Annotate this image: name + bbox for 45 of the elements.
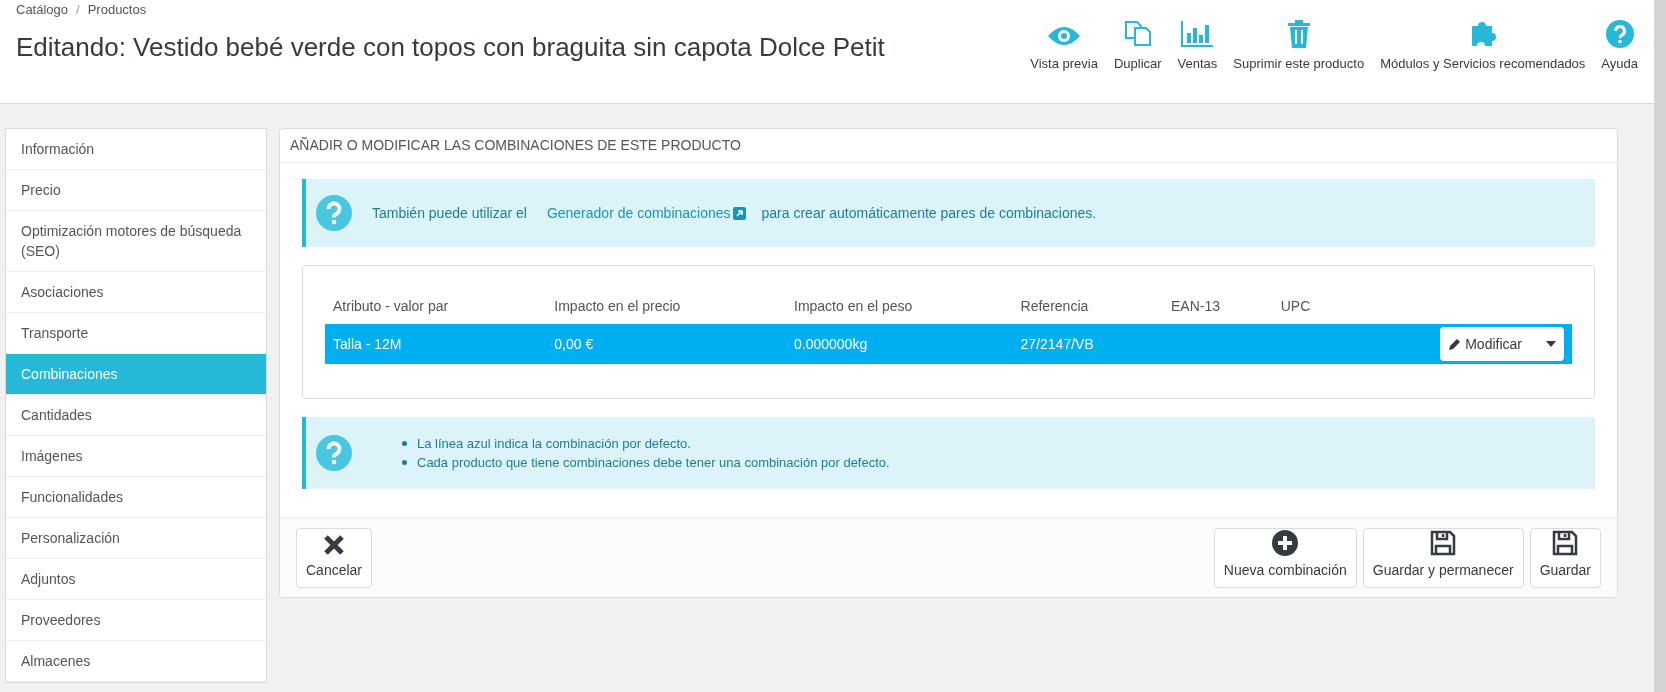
caret-icon <box>1546 341 1556 347</box>
footer-button[interactable]: Nueva combinación <box>1213 527 1357 588</box>
column-header: EAN-13 <box>1163 288 1273 324</box>
column-header: Referencia <box>1012 288 1163 324</box>
info-text: También puede utilizar el <box>372 203 527 223</box>
info-text: para crear automáticamente pares de combinaciones. <box>761 203 1097 223</box>
modify-button[interactable]: Modificar <box>1440 327 1564 361</box>
plus-circle-icon <box>1272 529 1299 556</box>
bullet-icon <box>402 460 407 465</box>
breadcrumb-link[interactable]: Productos <box>87 0 147 20</box>
save-icon <box>1552 529 1579 556</box>
bullet-icon <box>402 441 407 446</box>
note-item: Cada producto que tiene combinaciones debe tener una combinación por defecto. <box>417 454 890 472</box>
toolbar-button[interactable]: Vista previa <box>1030 23 1098 73</box>
help-icon <box>316 435 352 471</box>
toolbar-button[interactable]: Ayuda <box>1601 19 1638 73</box>
toolbar-button[interactable]: Módulos y Servicios recomendados <box>1380 17 1586 73</box>
footer-button[interactable]: Guardar <box>1529 527 1601 588</box>
save-icon <box>1430 529 1457 556</box>
external-link-icon <box>732 206 746 220</box>
help-icon <box>316 195 352 231</box>
table-cell: 0,00 € <box>554 335 594 352</box>
toolbar-button[interactable]: Duplicar <box>1113 17 1162 73</box>
breadcrumb-link[interactable]: Catálogo <box>16 0 69 20</box>
scrollbar[interactable] <box>1654 0 1666 692</box>
column-header: Atributo - valor par <box>325 288 547 324</box>
column-header: UPC <box>1272 288 1350 324</box>
column-header: Impacto en el peso <box>786 288 1013 324</box>
close-icon <box>323 533 345 556</box>
panel-heading: AÑADIR O MODIFICAR LAS COMBINACIONES DE ESTE PRODUCTO <box>280 129 1617 163</box>
column-header: Impacto en el precio <box>546 288 786 324</box>
toolbar-button[interactable]: Suprimir este producto <box>1233 19 1365 73</box>
bar-chart-icon <box>1180 19 1215 48</box>
toolbar-button[interactable]: Ventas <box>1177 19 1218 73</box>
pencil-icon <box>1448 337 1462 351</box>
note-item: La línea azul indica la combinación por defecto. <box>417 435 691 453</box>
help-icon <box>1605 19 1634 48</box>
trash-icon <box>1286 19 1311 48</box>
breadcrumb-separator: / <box>76 1 80 19</box>
table-cell: 0.000000kg <box>794 335 868 352</box>
page-title: Editando: Vestido bebé verde con topos con braguita sin capota Dolce Petit <box>16 30 885 64</box>
footer-button[interactable]: Cancelar <box>296 527 373 588</box>
footer-button[interactable]: Guardar y permanecer <box>1362 527 1524 588</box>
table-cell: 27/2147/VB <box>1020 335 1094 352</box>
table-cell: Talla - 12M <box>333 335 402 352</box>
